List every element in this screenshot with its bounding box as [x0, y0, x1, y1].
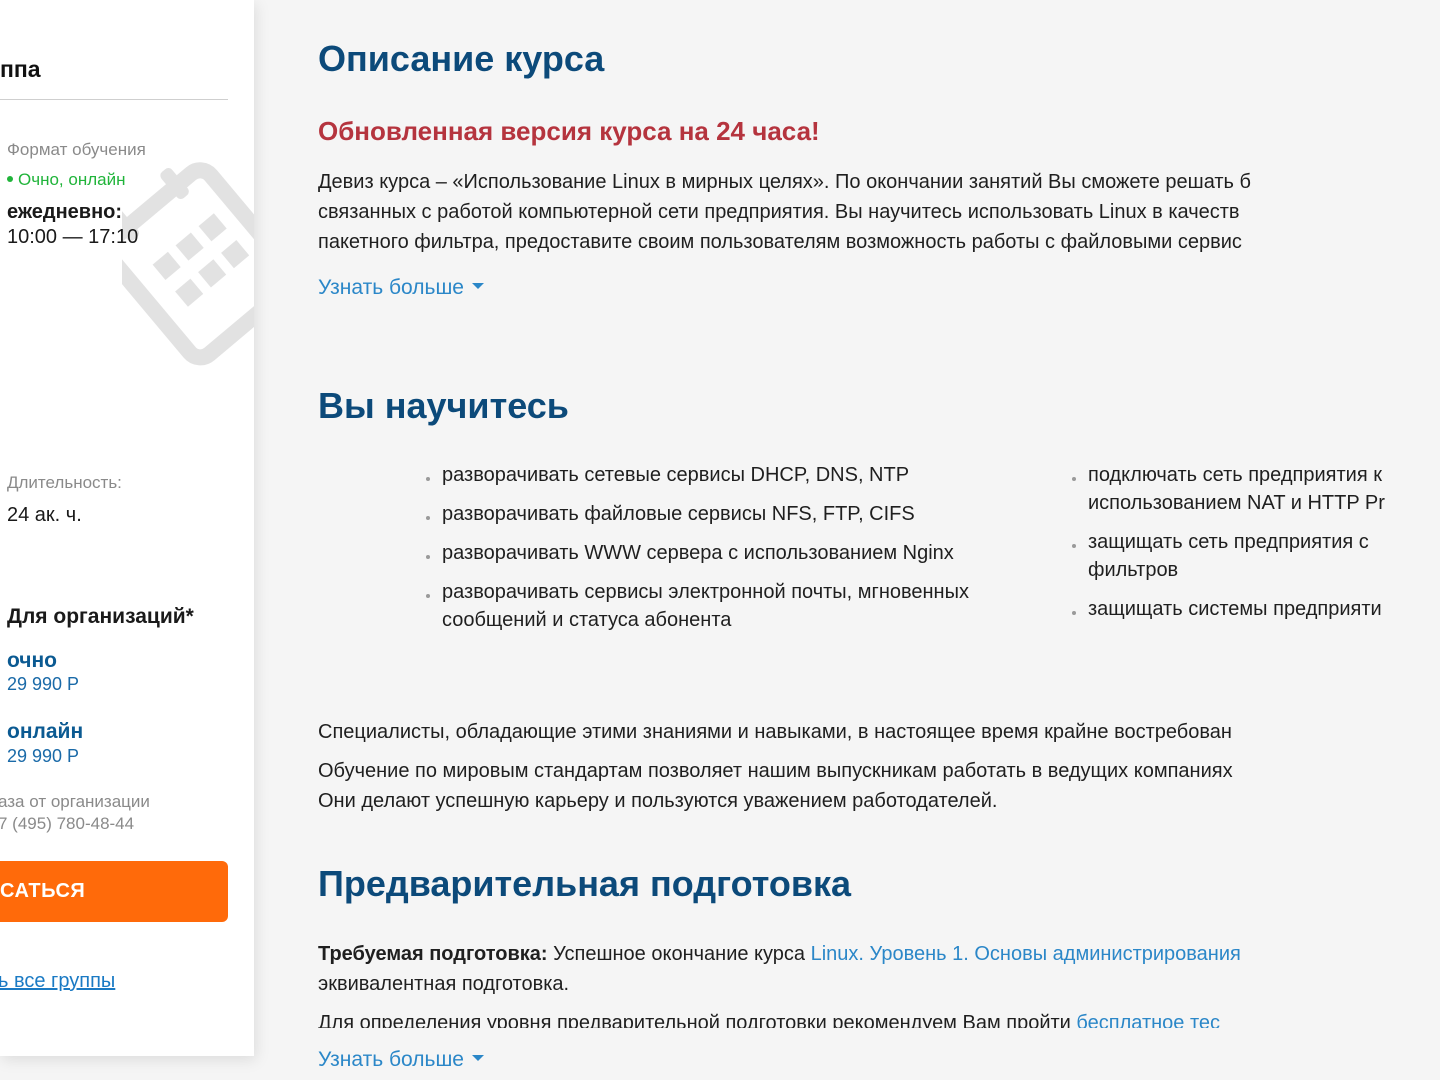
- updated-version-notice: Обновленная версия курса на 24 часа!: [318, 116, 820, 146]
- specialists-text: Специалисты, обладающие этими знаниями и…: [318, 721, 1232, 743]
- calendar-icon: [122, 162, 254, 366]
- group-title: ппа: [0, 56, 41, 82]
- description-line: пакетного фильтра, предоставите своим по…: [318, 231, 1242, 253]
- duration-label: Длительность:: [7, 473, 122, 492]
- description-line: Девиз курса – «Использование Linux в мир…: [318, 171, 1251, 193]
- standards-text: Обучение по мировым стандартам позволяет…: [318, 760, 1233, 782]
- description-line: связанных с работой компьютерной сети пр…: [318, 201, 1240, 223]
- status-dot-icon: [7, 175, 13, 182]
- price-offline: 29 990 Р: [7, 674, 80, 694]
- format-value: Очно, онлайн: [7, 170, 125, 190]
- list-item: защищать системы предприяти: [1072, 595, 1427, 623]
- course-content: Описание курса Обновленная версия курса …: [318, 0, 1440, 1080]
- caret-down-icon: [471, 283, 484, 290]
- course-sidebar: ппа Формат обучения Очно, онлайн ежеднев…: [0, 0, 254, 1056]
- list-item: разворачивать WWW сервера с использовани…: [426, 539, 1006, 567]
- learn-list-col1: разворачивать сетевые сервисы DHCP, DNS,…: [426, 461, 1006, 645]
- more-label: Узнать больше: [318, 276, 464, 299]
- prereq-label: Требуемая подготовка:: [318, 943, 548, 965]
- prereq-requirement: Требуемая подготовка: Успешное окончание…: [318, 939, 1241, 969]
- divider: [0, 99, 228, 100]
- all-groups-link[interactable]: ь все группы: [0, 970, 115, 993]
- mode-offline: очно: [7, 649, 58, 672]
- org-title: Для организаций*: [7, 605, 194, 628]
- learn-list-col2: подключать сеть предприятия к использова…: [1072, 461, 1427, 634]
- mode-online: онлайн: [7, 720, 84, 743]
- prereq-test-line: Для определения уровня предварительной п…: [318, 1008, 1220, 1028]
- list-item: разворачивать сервисы электронной почты,…: [426, 578, 1006, 634]
- prereq-test-text: Для определения уровня предварительной п…: [318, 1012, 1077, 1028]
- list-item: разворачивать файловые сервисы NFS, FTP,…: [426, 500, 1006, 528]
- more-label: Узнать больше: [318, 1048, 464, 1071]
- org-order-note: аза от организации: [0, 792, 150, 811]
- learn-title: Вы научитесь: [318, 385, 569, 426]
- free-test-link[interactable]: бесплатное тес: [1076, 1012, 1220, 1028]
- list-item: разворачивать сетевые сервисы DHCP, DNS,…: [426, 461, 1006, 489]
- list-item: защищать сеть предприятия с фильтров: [1072, 528, 1427, 584]
- description-more-link[interactable]: Узнать больше: [318, 276, 484, 300]
- prereq-more-link[interactable]: Узнать больше: [318, 1048, 484, 1072]
- list-item: подключать сеть предприятия к использова…: [1072, 461, 1427, 517]
- price-online: 29 990 Р: [7, 746, 80, 766]
- schedule-time: 10:00 — 17:10: [7, 226, 139, 248]
- signup-button[interactable]: САТЬСЯ: [0, 861, 228, 922]
- org-phone[interactable]: 7 (495) 780-48-44: [0, 814, 134, 834]
- description-title: Описание курса: [318, 38, 605, 79]
- format-value-text: Очно, онлайн: [18, 170, 126, 189]
- prereq-title: Предварительная подготовка: [318, 863, 852, 904]
- prereq-text: Успешное окончание курса: [547, 943, 811, 965]
- caret-down-icon: [471, 1055, 484, 1062]
- standards-text: Они делают успешную карьеру и пользуются…: [318, 790, 998, 812]
- duration-value: 24 ак. ч.: [7, 504, 82, 526]
- format-label: Формат обучения: [7, 140, 146, 159]
- schedule-label: ежедневно:: [7, 201, 123, 223]
- linux-level1-link[interactable]: Linux. Уровень 1. Основы администрирован…: [811, 943, 1241, 965]
- prereq-line2: эквивалентная подготовка.: [318, 973, 570, 995]
